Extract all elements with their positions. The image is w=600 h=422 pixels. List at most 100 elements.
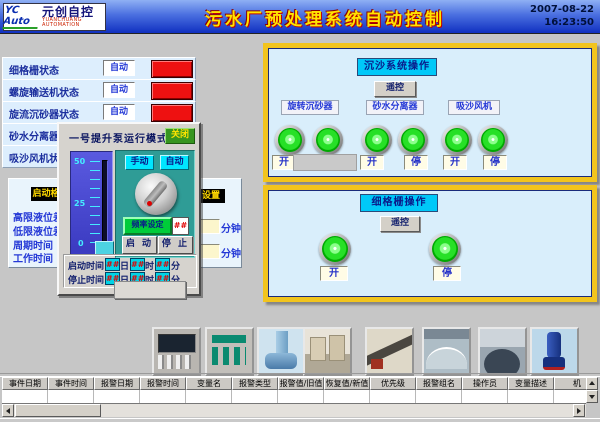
slider-max-label: 50: [74, 157, 85, 166]
status-row-screw-conveyor: 螺旋输送机状态 自动: [2, 79, 196, 102]
dialog-title: 一号提升泵运行模式: [69, 130, 168, 145]
alarm-indicator-red: [151, 60, 193, 78]
arrow-up-icon: [589, 381, 595, 385]
thumbnail-aeration-basin-photo[interactable]: [422, 327, 471, 376]
time-value: 16:23:50: [504, 16, 594, 29]
stop-button[interactable]: 停: [433, 266, 461, 281]
slider-mid-label: 25: [74, 199, 85, 208]
remote-control-button[interactable]: 遥控: [380, 216, 420, 232]
scroll-up-button[interactable]: [586, 377, 598, 390]
alarm-indicator-red: [151, 104, 193, 122]
hmi-screen: YC Auto 元创自控 YUANCHUANG AUTOMATION 污水厂预处…: [0, 0, 600, 422]
logo-company-subtitle: YUANCHUANG AUTOMATION: [42, 18, 105, 28]
start-day-field[interactable]: ##: [105, 258, 120, 271]
mode-selector-knob[interactable]: [135, 173, 177, 215]
stop-button[interactable]: 停 止: [158, 236, 193, 254]
column-header: 报警日期: [94, 377, 140, 390]
slider-handle[interactable]: [95, 241, 114, 255]
stop-button[interactable]: 停: [483, 155, 507, 170]
company-logo: YC Auto 元创自控 YUANCHUANG AUTOMATION: [3, 3, 106, 31]
open-button[interactable]: 开: [320, 266, 348, 281]
status-mode-field: 自动: [103, 104, 135, 120]
start-time-label: 启动时间: [68, 259, 104, 272]
table-horizontal-scrollbar[interactable]: [2, 404, 586, 417]
alarm-table-header: 事件日期 事件时间 报警日期 报警时间 变量名 报警类型 报警值/旧值 恢复值/…: [2, 377, 586, 390]
thumbnail-site-tanks-photo[interactable]: [303, 327, 352, 376]
screen-panel-title: 细格栅操作: [360, 194, 438, 212]
grit-panel-title: 沉沙系统操作: [357, 58, 437, 76]
arrow-right-icon: [577, 408, 581, 414]
arrow-down-icon: [589, 395, 595, 399]
unit-day: 日: [120, 259, 129, 272]
pump1-mode-dialog: 一号提升泵运行模式 关闭 50 25 0 手动 自动 频率设定 ## 启 动 停…: [57, 122, 201, 296]
logo-yc-icon: YC Auto: [2, 5, 40, 29]
frequency-value-field[interactable]: ##: [172, 217, 189, 235]
blank-overlay: [293, 154, 357, 171]
setting-unit-minutes: 分钟: [221, 220, 241, 235]
start-minute-field[interactable]: ##: [155, 258, 170, 271]
thumbnail-control-cabinet-indicators[interactable]: [205, 327, 254, 376]
thumbnail-pump-machine[interactable]: [257, 327, 306, 376]
start-hour-field[interactable]: ##: [130, 258, 145, 271]
unit-minute: 分: [171, 259, 180, 272]
scroll-right-button[interactable]: [573, 404, 585, 417]
slider-tick-marks: [90, 161, 100, 251]
auto-mode-button[interactable]: 自动: [160, 155, 189, 170]
status-mode-field: 自动: [103, 82, 135, 98]
column-header: 机: [554, 377, 586, 390]
status-label: 旋流沉砂器状态: [9, 106, 79, 121]
run-lamp-green: [478, 125, 508, 155]
fine-screen-panel: 细格栅操作 遥控 开 停: [263, 185, 597, 302]
unit-hour: 时: [145, 259, 154, 272]
start-button[interactable]: 启 动: [122, 236, 157, 254]
scrollbar-thumb[interactable]: [15, 404, 101, 417]
column-header: 报警时间: [140, 377, 186, 390]
thumbnail-control-cabinet-screen[interactable]: [152, 327, 201, 376]
column-header: 操作员: [462, 377, 508, 390]
stop-button[interactable]: 停: [404, 155, 428, 170]
title-bar: YC Auto 元创自控 YUANCHUANG AUTOMATION 污水厂预处…: [0, 0, 600, 34]
grit-system-panel: 沉沙系统操作 遥控 旋转沉砂器 砂水分离器 吸沙风机 开 开 停 开 停: [263, 43, 597, 182]
manual-mode-button[interactable]: 手动: [125, 155, 154, 170]
scroll-down-button[interactable]: [586, 390, 598, 403]
remote-control-button[interactable]: 遥控: [374, 81, 416, 97]
datetime-display: 2007-08-22 16:23:50: [504, 3, 594, 29]
thumbnail-submersible-pump[interactable]: [530, 327, 579, 376]
table-vertical-scrollbar[interactable]: [586, 377, 598, 403]
status-label: 螺旋输送机状态: [9, 84, 79, 99]
status-row-cyclone-grit: 旋流沉砂器状态 自动: [2, 101, 196, 124]
run-lamp-green: [275, 125, 305, 155]
setting-label-low-level: 低限液位差: [13, 223, 63, 238]
run-lamp-green: [429, 233, 461, 265]
thumbnail-conveyor-photo[interactable]: [365, 327, 414, 376]
page-title: 污水厂预处理系统自动控制: [170, 5, 480, 30]
setting-label-work-time: 工作时间: [13, 250, 53, 265]
frequency-slider[interactable]: 50 25 0: [70, 151, 113, 256]
run-lamp-green: [398, 125, 428, 155]
frequency-set-button[interactable]: 频率设定: [123, 217, 172, 235]
device-label-sand-fan: 吸沙风机: [448, 100, 500, 115]
open-button[interactable]: 开: [443, 155, 467, 170]
column-header: 报警值/旧值: [278, 377, 324, 390]
column-header: 变量描述: [508, 377, 554, 390]
status-mode-field: 自动: [103, 60, 135, 76]
open-button[interactable]: 开: [360, 155, 384, 170]
column-header: 报警组名: [416, 377, 462, 390]
run-lamp-green: [313, 125, 343, 155]
column-header: 事件日期: [2, 377, 48, 390]
close-button[interactable]: 关闭: [165, 128, 195, 144]
column-header: 报警类型: [232, 377, 278, 390]
column-header: 事件时间: [48, 377, 94, 390]
run-lamp-green: [442, 125, 472, 155]
status-row-fine-screen: 细格栅状态 自动: [2, 57, 196, 80]
slider-min-label: 0: [78, 239, 84, 248]
column-header: 变量名: [186, 377, 232, 390]
settings-title-right: 设置: [197, 189, 225, 203]
device-label-sand-water-separator: 砂水分离器: [366, 100, 424, 115]
device-label-rotary-grit: 旋转沉砂器: [281, 100, 339, 115]
column-header: 优先级: [370, 377, 416, 390]
bottom-status-strip: [0, 418, 600, 422]
thumbnail-clarifier-photo[interactable]: [478, 327, 527, 376]
blank-tooltip: [114, 281, 186, 299]
scroll-left-button[interactable]: [2, 404, 14, 417]
